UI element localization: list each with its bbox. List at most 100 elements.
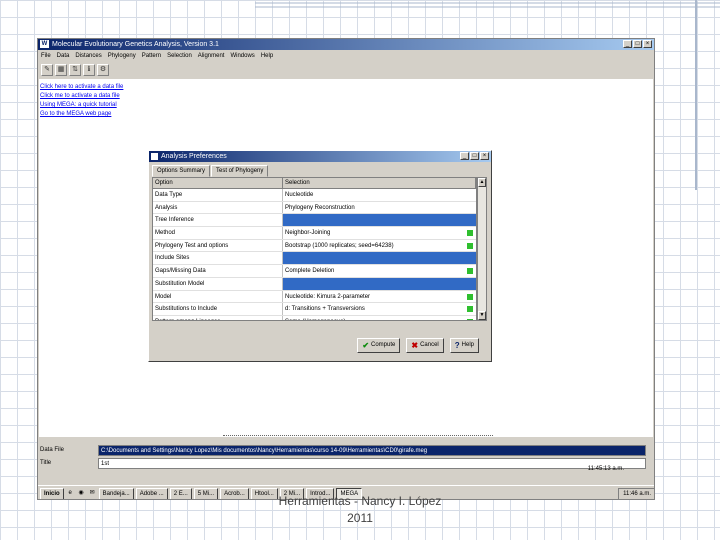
menu-help[interactable]: Help bbox=[261, 51, 273, 61]
table-row[interactable]: Substitutions to Include d: Transitions +… bbox=[153, 303, 476, 316]
menu-alignment[interactable]: Alignment bbox=[198, 51, 225, 61]
tab-test-of-phylogeny[interactable]: Test of Phylogeny bbox=[211, 165, 269, 177]
green-square-icon[interactable] bbox=[467, 268, 473, 275]
table-row[interactable]: Phylogeny Test and options Bootstrap (100… bbox=[153, 239, 476, 253]
selection-cell[interactable]: Bootstrap (1000 replicates; seed=64238) bbox=[283, 240, 476, 252]
cancel-button[interactable]: ✖ Cancel bbox=[406, 338, 444, 353]
edit-icon[interactable]: ✎ bbox=[41, 64, 53, 76]
option-cell: Model bbox=[153, 290, 283, 303]
compute-button[interactable]: ✔ Compute bbox=[357, 338, 401, 353]
caption-year: 2011 bbox=[347, 511, 373, 525]
selection-value: Neighbor-Joining bbox=[285, 230, 331, 237]
mail-icon[interactable]: ✉ bbox=[88, 489, 97, 498]
green-square-icon[interactable] bbox=[467, 318, 473, 320]
grid-scrollbar[interactable]: ▲ ▼ bbox=[477, 177, 487, 321]
options-grid: Option Selection Data Type Nucleotide Anal… bbox=[152, 177, 477, 321]
table-row[interactable]: Analysis Phylogeny Reconstruction bbox=[153, 201, 476, 215]
mega-window: W Molecular Evolutionary Genetics Analysi… bbox=[37, 38, 655, 500]
title-field[interactable]: 1st bbox=[98, 458, 646, 469]
dialog-titlebar[interactable]: Analysis Preferences _ □ × bbox=[149, 151, 491, 162]
menu-distances[interactable]: Distances bbox=[75, 51, 101, 61]
table-row[interactable]: Method Neighbor-Joining bbox=[153, 227, 476, 240]
dialog-minimize-button[interactable]: _ bbox=[460, 152, 469, 160]
settings-icon[interactable]: ⚙ bbox=[97, 64, 109, 76]
selection-cell[interactable]: Phylogeny Reconstruction bbox=[283, 202, 476, 214]
selection-cell[interactable]: Neighbor-Joining bbox=[283, 227, 476, 239]
menu-windows[interactable]: Windows bbox=[230, 51, 254, 61]
mega-app-icon: W bbox=[40, 40, 49, 48]
close-button[interactable]: × bbox=[643, 40, 652, 48]
data-file-row: Data File C:\Documents and Settings\Nanc… bbox=[40, 445, 646, 456]
selection-value: Complete Deletion bbox=[285, 268, 335, 275]
dialog-maximize-button[interactable]: □ bbox=[470, 152, 479, 160]
dialog-buttons: ✔ Compute ✖ Cancel ? Help bbox=[357, 338, 479, 353]
quick-links: Click here to activate a data file Click… bbox=[40, 83, 123, 119]
window-titlebar[interactable]: W Molecular Evolutionary Genetics Analysi… bbox=[38, 39, 654, 50]
taskbar-task[interactable]: 2 E... bbox=[169, 487, 192, 499]
grid-icon[interactable]: ▦ bbox=[55, 64, 67, 76]
option-cell: Analysis bbox=[153, 201, 283, 214]
selection-cell[interactable] bbox=[283, 277, 476, 290]
green-square-icon[interactable] bbox=[467, 306, 473, 313]
scroll-up-icon[interactable]: ▲ bbox=[478, 178, 486, 187]
scroll-down-icon[interactable]: ▼ bbox=[478, 311, 486, 320]
table-row[interactable]: Model Nucleotide: Kimura 2-parameter bbox=[153, 290, 476, 304]
selection-cell[interactable]: Complete Deletion bbox=[283, 265, 476, 277]
selection-value: Same (Homogeneous) bbox=[285, 319, 345, 320]
tab-options-summary[interactable]: Options Summary bbox=[152, 165, 211, 177]
help-label: Help bbox=[461, 342, 474, 348]
table-row[interactable]: Substitution Model bbox=[153, 277, 476, 291]
column-option-header[interactable]: Option bbox=[153, 178, 283, 189]
menu-data[interactable]: Data bbox=[57, 51, 70, 61]
link-activate-data[interactable]: Click here to activate a data file bbox=[40, 83, 123, 92]
option-cell: Pattern among Lineages bbox=[153, 315, 283, 320]
table-row[interactable]: Tree Inference bbox=[153, 214, 476, 228]
menu-file[interactable]: File bbox=[41, 51, 51, 61]
taskbar-task[interactable]: Bandeja... bbox=[98, 487, 134, 499]
menu-selection[interactable]: Selection bbox=[167, 51, 192, 61]
status-area: Data File C:\Documents and Settings\Nanc… bbox=[38, 439, 654, 475]
checkmark-icon: ✔ bbox=[362, 341, 370, 350]
table-row[interactable]: Pattern among LineagesSame (Homogeneous) bbox=[153, 315, 476, 320]
slide-decoration-vertical bbox=[695, 0, 697, 190]
column-selection-header[interactable]: Selection bbox=[283, 178, 476, 189]
maximize-button[interactable]: □ bbox=[633, 40, 642, 48]
green-square-icon[interactable] bbox=[467, 230, 473, 237]
taskbar-task[interactable]: Adobe ... bbox=[135, 487, 168, 499]
selection-cell[interactable]: Same (Homogeneous) bbox=[283, 316, 476, 320]
title-row: Title 1st bbox=[40, 458, 646, 469]
compute-label: Compute bbox=[371, 342, 396, 348]
minimize-button[interactable]: _ bbox=[623, 40, 632, 48]
selection-cell[interactable] bbox=[283, 252, 476, 265]
link-web-page[interactable]: Go to the MEGA web page bbox=[40, 110, 123, 119]
selection-cell[interactable]: Nucleotide bbox=[283, 189, 476, 201]
option-cell: Phylogeny Test and options bbox=[153, 239, 283, 252]
link-activate-data-2[interactable]: Click me to activate a data file bbox=[40, 92, 123, 101]
slide-caption: Herramientas - Nancy I. López 2011 bbox=[230, 493, 490, 527]
dialog-close-button[interactable]: × bbox=[480, 152, 489, 160]
selection-cell[interactable]: Nucleotide: Kimura 2-parameter bbox=[283, 291, 476, 303]
selection-cell[interactable]: d: Transitions + Transversions bbox=[283, 303, 476, 315]
analysis-preferences-dialog: Analysis Preferences _ □ × Options Summa… bbox=[148, 150, 492, 362]
title-label: Title bbox=[40, 460, 52, 466]
link-tutorial[interactable]: Using MEGA: a quick tutorial bbox=[40, 101, 123, 110]
table-row[interactable]: Include Sites bbox=[153, 252, 476, 266]
menu-phylogeny[interactable]: Phylogeny bbox=[108, 51, 136, 61]
browser-icon[interactable]: e bbox=[66, 489, 75, 498]
info-icon[interactable]: ℹ bbox=[83, 64, 95, 76]
green-square-icon[interactable] bbox=[467, 242, 473, 249]
media-icon[interactable]: ◉ bbox=[77, 489, 86, 498]
start-button[interactable]: Inicio bbox=[40, 487, 64, 499]
selection-value: Nucleotide: Kimura 2-parameter bbox=[285, 293, 371, 300]
taskbar-task[interactable]: 5 Mi... bbox=[193, 487, 219, 499]
table-row[interactable]: Data Type Nucleotide bbox=[153, 189, 476, 202]
menu-pattern[interactable]: Pattern bbox=[142, 51, 161, 61]
help-button[interactable]: ? Help bbox=[449, 338, 479, 353]
selection-cell[interactable] bbox=[283, 214, 476, 227]
data-file-field[interactable]: C:\Documents and Settings\Nancy Lopez\Mi… bbox=[98, 445, 646, 456]
table-row[interactable]: Gaps/Missing Data Complete Deletion bbox=[153, 265, 476, 278]
sort-icon[interactable]: ⇅ bbox=[69, 64, 81, 76]
slide-decoration-lines bbox=[255, 2, 720, 8]
green-square-icon[interactable] bbox=[467, 293, 473, 300]
system-tray-clock: 11:46 a.m. bbox=[618, 487, 654, 499]
